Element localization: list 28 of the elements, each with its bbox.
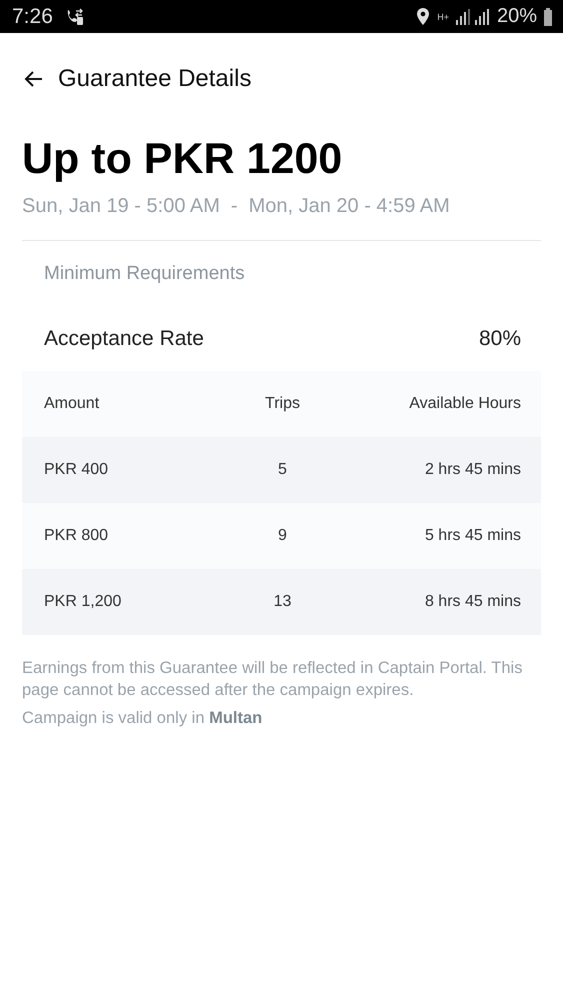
battery-icon [543,6,553,26]
clock: 7:26 [12,4,53,28]
signal-icon [454,8,491,26]
battery-level: 20% [496,5,537,28]
table-cell-text: 9 [277,527,288,545]
table-cell-text: PKR 1,200 [44,593,122,611]
page-title: Guarantee Details [58,65,252,93]
end-time: Mon, Jan 20 - 4:59 AM [248,195,450,218]
table-cell-text: 5 hrs 45 mins [424,527,521,545]
section-title: Minimum Requirements [43,262,246,285]
network-type: H+ [437,12,449,22]
column-header: Available Hours [408,395,521,413]
validity-text: Campaign is valid only in Multan [22,709,264,728]
table-cell-text: PKR 400 [44,461,110,479]
location-icon [415,6,432,26]
column-header: Amount [44,395,100,413]
table-cell-text: 8 hrs 45 mins [424,593,521,611]
column-header: Trips [264,395,301,413]
requirement-value: 80% [478,327,521,351]
table-cell-text: 13 [272,593,292,611]
separator: - [230,195,238,218]
note-text: Earnings from this Guarantee will be reflected in Captain Portal. This page cannot be accessed after the campaign expires. [22,658,524,701]
table-cell-text: 2 hrs 45 mins [424,461,521,479]
start-time: Sun, Jan 19 - 5:00 AM [22,195,220,218]
table-cell-text: PKR 800 [44,527,110,545]
headline: Up to PKR 1200 [22,134,344,185]
requirement-label: Acceptance Rate [44,327,204,351]
table-cell-text: 5 [277,461,288,479]
